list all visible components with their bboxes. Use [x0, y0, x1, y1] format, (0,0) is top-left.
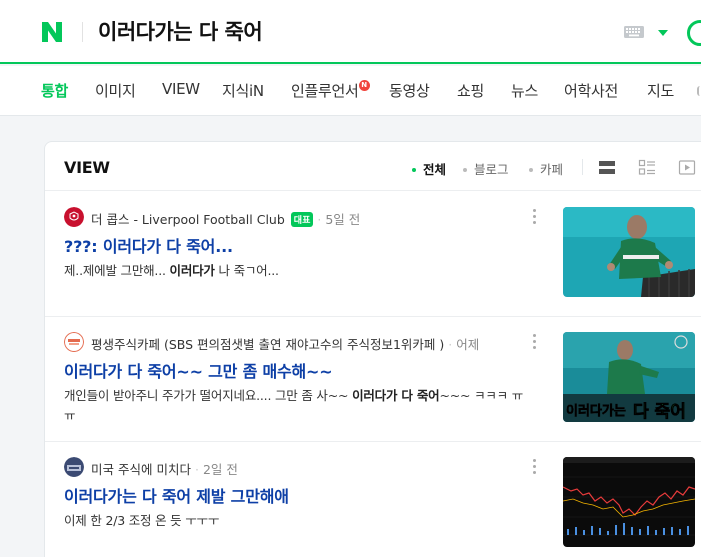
new-badge: N [358, 80, 370, 91]
source-name: 더 콥스 - Liverpool Football Club [91, 212, 285, 227]
view-section: VIEW 전체 블로그 카페 더 콥스 - Liverpool Football… [44, 141, 701, 557]
thumbnail-caption: 이러다가는 [566, 403, 626, 419]
item-thumbnail[interactable] [563, 207, 695, 297]
filter-dot [529, 167, 533, 172]
desc-text: 나 죽ㄱ어... [214, 263, 279, 278]
post-time: 5일 전 [313, 212, 360, 227]
filter-blog-label: 블로그 [474, 162, 509, 177]
filter-divider [582, 159, 583, 175]
search-tabs: 통합 이미지 VIEW 지식iN 인플루언서 N 동영상 쇼핑 뉴스 어학사전 지… [0, 66, 701, 116]
representative-badge: 대표 [290, 212, 314, 227]
view-section-title: VIEW [64, 158, 110, 177]
filter-all[interactable]: 전체 [412, 159, 446, 178]
post-time: 2일 전 [191, 462, 238, 477]
video-view-icon[interactable] [678, 159, 696, 176]
filter-blog[interactable]: 블로그 [463, 159, 509, 178]
caret-down-icon[interactable] [657, 29, 669, 37]
tab-overflow-edge [697, 86, 701, 96]
tab-video[interactable]: 동영상 [389, 80, 430, 101]
header-divider [82, 22, 83, 42]
view-item: 평생주식카페 (SBS 편의점샛별 출연 재야고수의 주식정보1위카페 )어제 … [45, 316, 701, 441]
filter-dot [412, 167, 416, 172]
tab-shopping[interactable]: 쇼핑 [457, 80, 484, 101]
tab-influencer[interactable]: 인플루언서 N [291, 80, 370, 101]
search-header: 이러다가는 다 죽어 [0, 0, 701, 64]
list-view-icon[interactable] [598, 159, 616, 176]
more-options-icon[interactable] [533, 209, 537, 225]
search-query-input[interactable]: 이러다가는 다 죽어 [98, 16, 263, 46]
tab-influencer-label: 인플루언서 [291, 82, 359, 100]
item-title-link[interactable]: 이러다가 다 죽어~~ 그만 좀 매수해~~ [64, 358, 333, 382]
desc-text: 이제 한 2/3 조정 온 듯 ㅜㅜㅜ [64, 513, 220, 528]
item-title-link[interactable]: 이러다가는 다 죽어 제발 그만해애 [64, 483, 289, 507]
desc-text: 개인들이 받아주니 주가가 떨어지네요.... 그만 좀 사~~ [64, 388, 353, 403]
source-avatar [64, 207, 84, 227]
desc-text: 제..제에발 그만해... [64, 263, 170, 278]
item-thumbnail[interactable] [563, 457, 695, 547]
tab-map[interactable]: 지도 [647, 80, 674, 101]
search-button-icon[interactable] [687, 20, 701, 46]
post-time: 어제 [444, 337, 479, 352]
source-name: 평생주식카페 (SBS 편의점샛별 출연 재야고수의 주식정보1위카페 ) [91, 337, 445, 352]
thumbnail-caption-highlight: 다 죽어 [633, 402, 686, 422]
tab-dictionary[interactable]: 어학사전 [564, 80, 618, 101]
view-item: 미국 주식에 미치다2일 전 이러다가는 다 죽어 제발 그만해애 이제 한 2… [45, 441, 701, 557]
item-description: 제..제에발 그만해... 이러다가 나 죽ㄱ어... [64, 261, 534, 281]
desc-highlight: 이러다가 [169, 263, 215, 278]
filter-cafe-label: 카페 [540, 162, 564, 177]
thumbnail-list-icon[interactable] [638, 159, 656, 176]
tab-knowledge-in[interactable]: 지식iN [222, 80, 264, 101]
tab-images[interactable]: 이미지 [95, 80, 136, 101]
more-options-icon[interactable] [533, 459, 537, 475]
view-item: 더 콥스 - Liverpool Football Club 대표5일 전 ???… [45, 191, 701, 316]
desc-highlight: 이러다가 다 죽어 [352, 388, 440, 403]
filter-dot [463, 167, 467, 172]
source-name: 미국 주식에 미치다 [91, 462, 191, 477]
filter-all-label: 전체 [423, 162, 447, 177]
item-thumbnail[interactable]: 이러다가는 다 죽어 [563, 332, 695, 422]
tab-news[interactable]: 뉴스 [511, 80, 538, 101]
keyboard-icon[interactable] [624, 26, 644, 38]
source-avatar [64, 457, 84, 477]
tab-all[interactable]: 통합 [41, 80, 68, 101]
item-title-link[interactable]: ???: 이러다가 다 죽어... [64, 233, 233, 257]
source-avatar [64, 332, 84, 352]
tab-view[interactable]: VIEW [162, 80, 200, 98]
naver-logo-icon[interactable] [40, 20, 64, 44]
item-description: 개인들이 받아주니 주가가 떨어지네요.... 그만 좀 사~~ 이러다가 다 … [64, 386, 534, 426]
more-options-icon[interactable] [533, 334, 537, 350]
filter-cafe[interactable]: 카페 [529, 159, 563, 178]
item-description: 이제 한 2/3 조정 온 듯 ㅜㅜㅜ [64, 511, 534, 531]
